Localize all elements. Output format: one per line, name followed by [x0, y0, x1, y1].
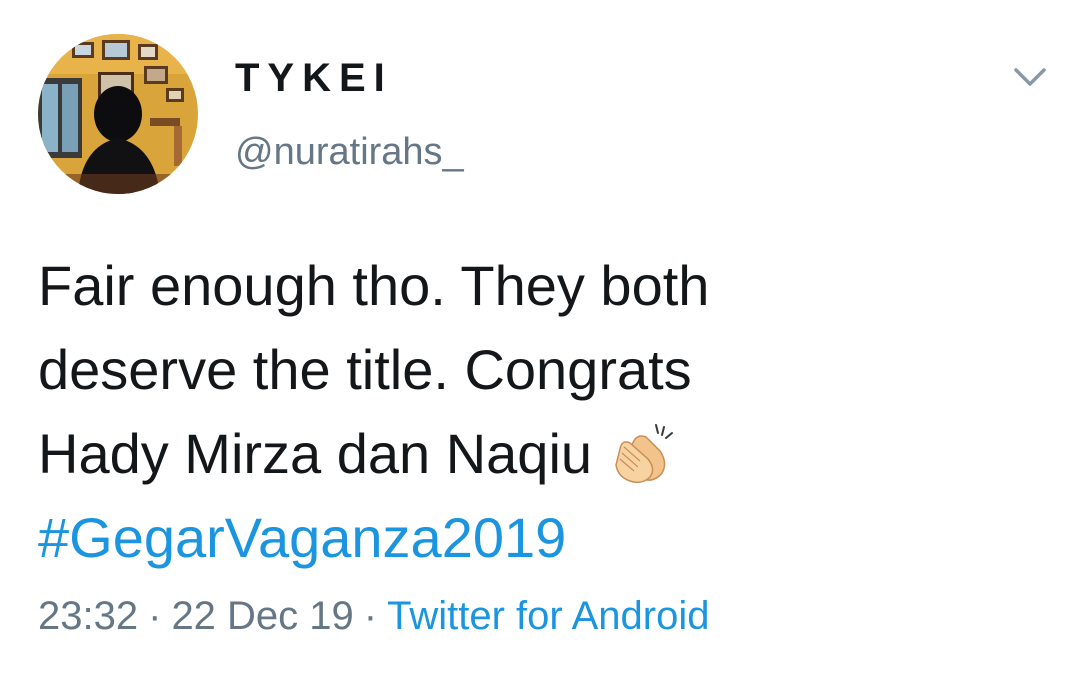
tweet-date[interactable]: 22 Dec 19: [171, 594, 353, 638]
tweet-text: Fair enough tho. They both deserve the t…: [38, 244, 1038, 580]
tweet-text-line: Hady Mirza dan Naqiu: [38, 422, 593, 485]
tweet-text-line: Fair enough tho. They both: [38, 254, 710, 317]
hashtag-link[interactable]: #GegarVaganza2019: [38, 496, 1038, 580]
tweet-metadata: 23:32 · 22 Dec 19 · Twitter for Android: [38, 590, 709, 642]
avatar[interactable]: [38, 34, 198, 194]
profile-photo-icon: [38, 34, 198, 194]
clapping-hands-icon: [612, 419, 678, 485]
meta-separator: ·: [148, 594, 162, 638]
tweet-text-line-with-emoji: Hady Mirza dan Naqiu: [38, 412, 1038, 496]
meta-separator: ·: [363, 594, 378, 638]
tweet-source-link[interactable]: Twitter for Android: [387, 594, 709, 638]
display-name[interactable]: TYKEI: [235, 54, 393, 102]
tweet-time[interactable]: 23:32: [38, 594, 138, 638]
tweet-card: TYKEI @nuratirahs_ Fair enough tho. They…: [0, 0, 1080, 673]
tweet-text-line: deserve the title. Congrats: [38, 338, 692, 401]
chevron-down-icon[interactable]: [1008, 58, 1052, 96]
user-handle[interactable]: @nuratirahs_: [235, 128, 464, 176]
